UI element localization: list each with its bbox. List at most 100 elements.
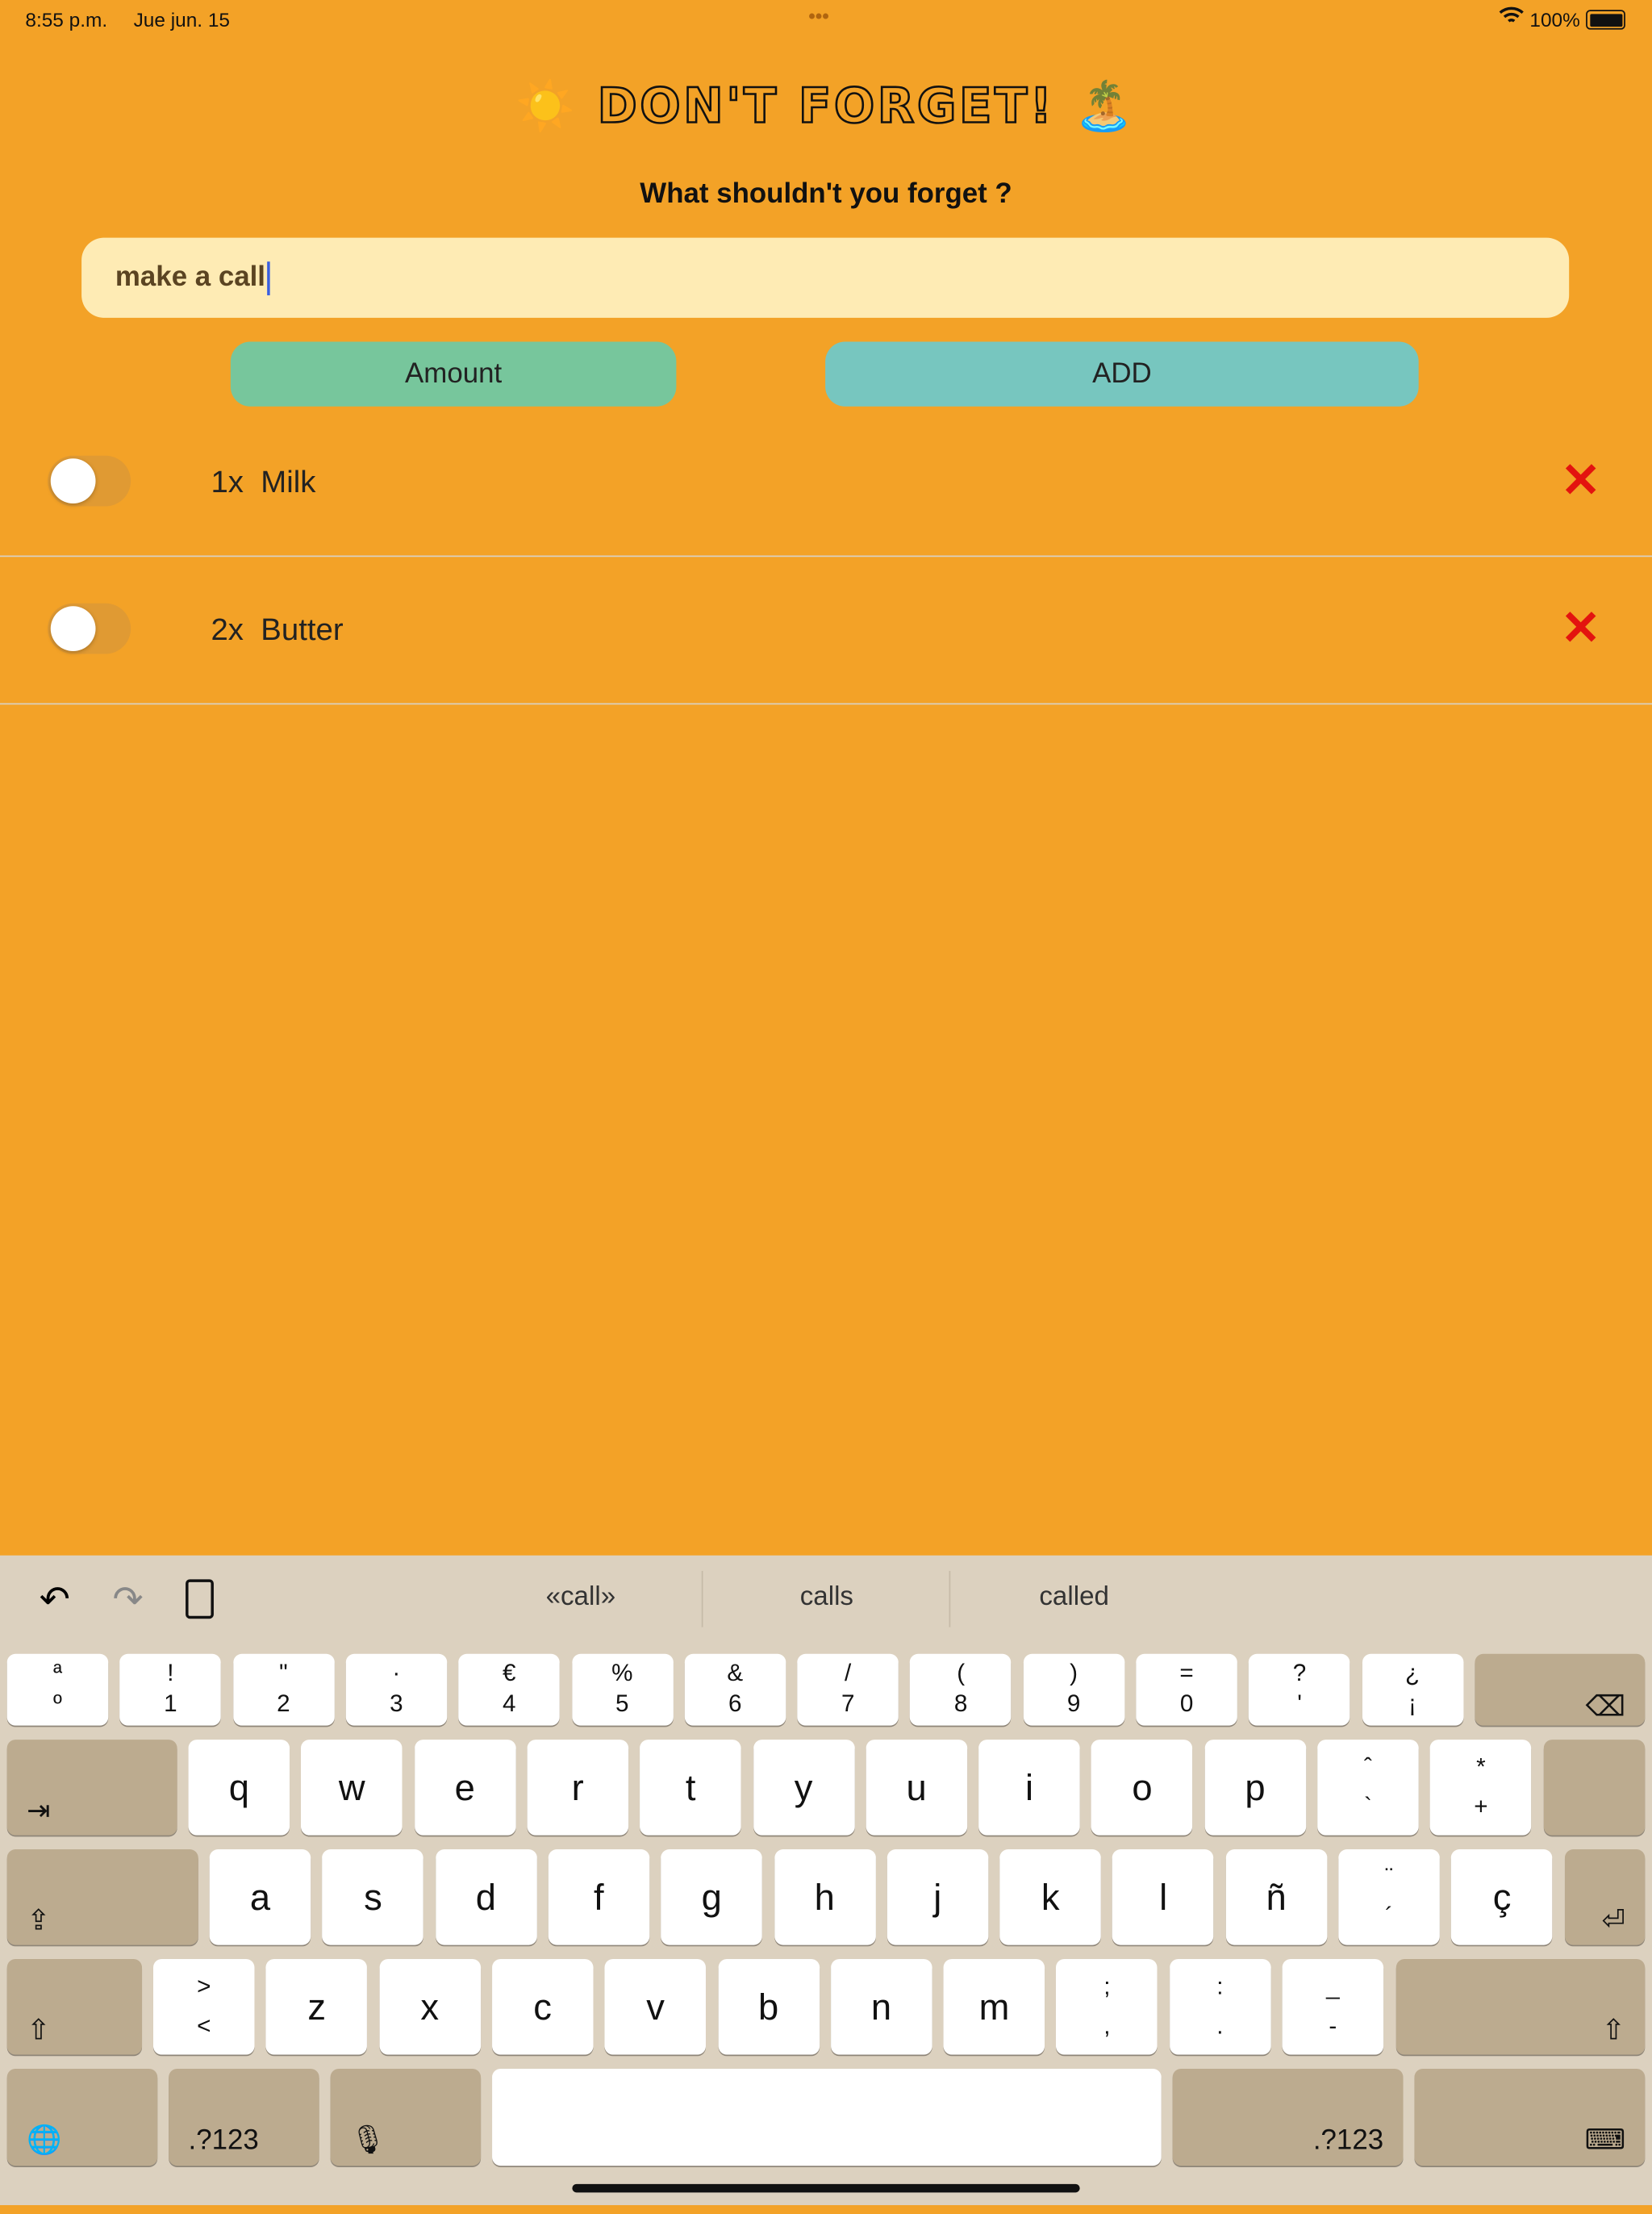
undo-icon[interactable]: ↶ xyxy=(40,1578,70,1622)
key-label: * xyxy=(1476,1753,1486,1781)
key-7[interactable]: /7 xyxy=(797,1653,899,1726)
key-6[interactable]: & 6 xyxy=(684,1653,786,1726)
key-p[interactable]: p xyxy=(1204,1740,1306,1836)
delete-icon[interactable]: ✕ xyxy=(1561,600,1601,657)
key-4[interactable]: €4 xyxy=(458,1653,561,1726)
key-t[interactable]: t xyxy=(640,1740,741,1836)
suggestion[interactable]: called xyxy=(954,1582,1193,1613)
add-button[interactable]: ADD xyxy=(825,341,1419,407)
key-label: u xyxy=(906,1766,927,1809)
key-g[interactable]: g xyxy=(661,1849,763,1945)
key-label: ¨ xyxy=(1385,1863,1394,1890)
microphone-key[interactable]: 🎙 xyxy=(330,2068,482,2166)
key-z[interactable]: z xyxy=(265,1958,368,2055)
key-8[interactable]: (8 xyxy=(910,1653,1012,1726)
app-title: ☀️ DON'T FORGET! 🏝️ xyxy=(0,77,1652,136)
suggestion[interactable]: calls xyxy=(707,1582,946,1613)
sun-icon: ☀️ xyxy=(515,78,578,136)
key-label: º xyxy=(53,1690,62,1718)
key-n[interactable]: n xyxy=(830,1958,932,2055)
key-label: .?123 xyxy=(1312,2124,1384,2157)
key-,[interactable]: ;, xyxy=(1056,1958,1158,2055)
key-label: ñ xyxy=(1266,1876,1287,1919)
key-'[interactable]: ? ' xyxy=(1249,1653,1350,1726)
key-k[interactable]: k xyxy=(999,1849,1101,1945)
key-b[interactable]: b xyxy=(717,1958,820,2055)
battery-icon xyxy=(1586,10,1625,30)
island-icon: 🏝️ xyxy=(1074,78,1137,136)
key-w[interactable]: w xyxy=(301,1740,403,1836)
delete-icon[interactable]: ✕ xyxy=(1561,453,1601,509)
key-y[interactable]: y xyxy=(753,1740,854,1836)
key-q[interactable]: q xyxy=(188,1740,290,1836)
key-label: / xyxy=(845,1659,852,1686)
key-+[interactable]: * + xyxy=(1430,1740,1532,1836)
key-j[interactable]: j xyxy=(886,1849,988,1945)
key-.[interactable]: :. xyxy=(1169,1958,1271,2055)
key-<[interactable]: > < xyxy=(152,1958,255,2055)
numbers-key-left[interactable]: .?123 xyxy=(169,2068,319,2166)
key-label: & xyxy=(727,1659,744,1686)
key-i[interactable]: i xyxy=(978,1740,1080,1836)
item-input[interactable]: make a call xyxy=(81,237,1570,318)
key-3[interactable]: · 3 xyxy=(345,1653,448,1726)
key-label: d xyxy=(475,1876,496,1919)
key-d[interactable]: d xyxy=(435,1849,537,1945)
shift-key-right[interactable]: ⇧ xyxy=(1395,1958,1646,2055)
key-label: 6 xyxy=(728,1690,742,1718)
redo-icon[interactable]: ↷ xyxy=(112,1578,143,1622)
item-qty: 1x xyxy=(211,464,244,499)
key-label: · xyxy=(392,1659,401,1686)
space-key[interactable] xyxy=(492,2068,1162,2166)
text-caret xyxy=(266,261,270,295)
key-s[interactable]: s xyxy=(322,1849,424,1945)
key-¡[interactable]: ¿ ¡ xyxy=(1362,1653,1463,1726)
key-v[interactable]: v xyxy=(604,1958,707,2055)
home-indicator[interactable] xyxy=(572,2183,1080,2193)
shift-key-left[interactable]: ⇧ xyxy=(6,1958,143,2055)
tab-key[interactable]: ⇥ xyxy=(6,1740,177,1836)
key-l[interactable]: l xyxy=(1112,1849,1214,1945)
amount-button[interactable]: Amount xyxy=(230,341,677,407)
key-label: a xyxy=(249,1876,271,1919)
key-0[interactable]: = 0 xyxy=(1136,1653,1237,1726)
paste-icon[interactable] xyxy=(186,1579,214,1619)
return-key-top[interactable] xyxy=(1543,1740,1646,1836)
globe-key[interactable]: 🌐 xyxy=(6,2068,158,2166)
key--[interactable]: _ - xyxy=(1282,1958,1384,2055)
key-label: o xyxy=(1132,1766,1153,1809)
key-label: q xyxy=(228,1766,249,1809)
key-5[interactable]: % 5 xyxy=(571,1653,674,1726)
item-qty: 2x xyxy=(211,612,244,647)
done-toggle[interactable] xyxy=(48,603,131,654)
caps-lock-key[interactable]: ⇪ xyxy=(6,1849,198,1945)
key-c[interactable]: c xyxy=(491,1958,594,2055)
key-º[interactable]: ªº xyxy=(6,1653,109,1726)
hide-keyboard-key[interactable]: ⌨ xyxy=(1414,2068,1646,2166)
key-´[interactable]: ¨ ´ xyxy=(1338,1849,1440,1945)
key-1[interactable]: ! 1 xyxy=(119,1653,222,1726)
key-o[interactable]: o xyxy=(1091,1740,1193,1836)
return-key[interactable]: ⏎ xyxy=(1564,1849,1646,1945)
key-9[interactable]: ) 9 xyxy=(1023,1653,1124,1726)
numbers-key-right[interactable]: .?123 xyxy=(1172,2068,1404,2166)
key-2[interactable]: " 2 xyxy=(232,1653,335,1726)
key-`[interactable]: ˆ ` xyxy=(1317,1740,1419,1836)
key-ñ[interactable]: ñ xyxy=(1225,1849,1327,1945)
key-ç[interactable]: ç xyxy=(1451,1849,1553,1945)
key-r[interactable]: r xyxy=(527,1740,628,1836)
key-label: ! xyxy=(167,1659,174,1686)
key-a[interactable]: a xyxy=(209,1849,311,1945)
delete-key[interactable]: ⌫ xyxy=(1475,1653,1646,1726)
key-label: ´ xyxy=(1385,1903,1394,1930)
key-f[interactable]: f xyxy=(548,1849,650,1945)
key-e[interactable]: e xyxy=(414,1740,515,1836)
key-x[interactable]: x xyxy=(378,1958,481,2055)
key-m[interactable]: m xyxy=(943,1958,1045,2055)
multitasking-dots-icon[interactable]: ••• xyxy=(808,4,829,27)
done-toggle[interactable] xyxy=(48,455,131,507)
key-label: s xyxy=(364,1876,382,1919)
key-u[interactable]: u xyxy=(866,1740,967,1836)
suggestion[interactable]: «call» xyxy=(461,1582,700,1613)
key-h[interactable]: h xyxy=(774,1849,876,1945)
